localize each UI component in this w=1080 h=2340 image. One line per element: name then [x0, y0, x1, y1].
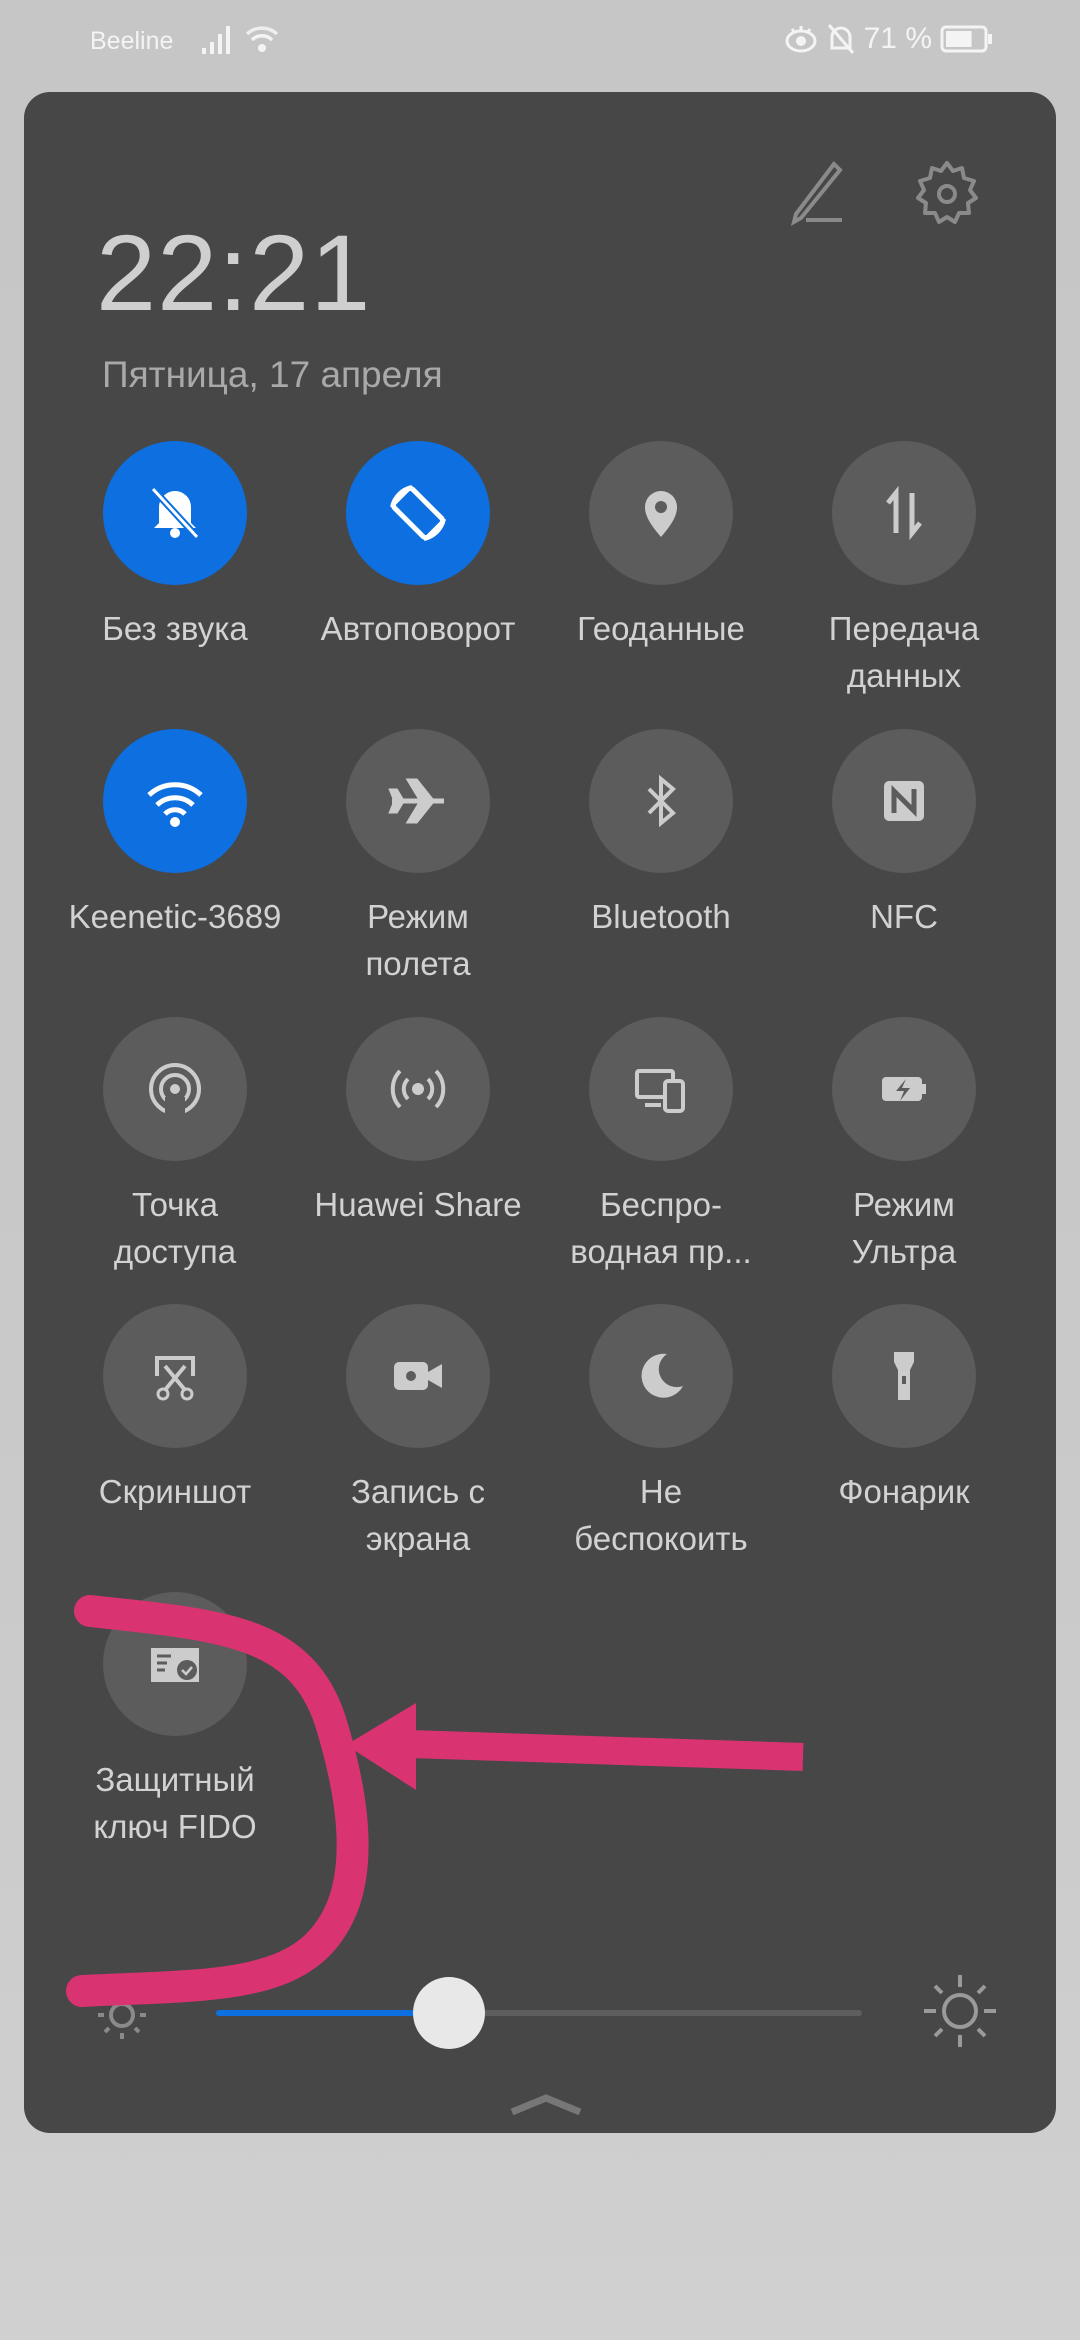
- clock-date: Пятница, 17 апреля: [102, 354, 443, 395]
- bell-off-icon: [150, 486, 200, 540]
- tile-toggle[interactable]: [832, 1017, 976, 1161]
- tile-label: Запись с экрана: [351, 1473, 485, 1557]
- tile-toggle[interactable]: [832, 1304, 976, 1448]
- moon-icon: [641, 1353, 683, 1398]
- tile-screen-record[interactable]: Запись с экрана: [298, 1304, 538, 1562]
- tile-battery-ultra[interactable]: Режим Ультра: [784, 1017, 1024, 1275]
- tile-label: Keenetic-3689: [68, 898, 282, 935]
- tile-label: Huawei Share: [314, 1186, 522, 1223]
- tile-label: Защитный ключ FIDO: [93, 1761, 257, 1845]
- tile-toggle[interactable]: [832, 441, 976, 585]
- tile-label: Передача данных: [828, 610, 980, 694]
- tile-screenshot[interactable]: Скриншот: [55, 1304, 295, 1515]
- screen-record-icon: [394, 1362, 442, 1390]
- tile-toggle[interactable]: [103, 729, 247, 873]
- tile-nfc[interactable]: NFC: [784, 729, 1024, 940]
- brightness-slider[interactable]: [216, 1977, 862, 2049]
- tile-label: Фонарик: [838, 1473, 970, 1510]
- hotspot-icon: [149, 1063, 201, 1117]
- fido-key-icon: [151, 1648, 199, 1682]
- tile-label: Режим полета: [365, 898, 471, 982]
- bell-off-status-icon: [827, 24, 854, 54]
- tile-toggle[interactable]: [346, 1017, 490, 1161]
- tile-label: Автоповорот: [320, 610, 516, 647]
- wifi-icon: [147, 782, 203, 827]
- tile-toggle[interactable]: [589, 1017, 733, 1161]
- battery-icon: [940, 25, 992, 53]
- tile-toggle[interactable]: [103, 1592, 247, 1736]
- tile-location-pin[interactable]: Геоданные: [541, 441, 781, 652]
- tile-label: Режим Ультра: [851, 1186, 957, 1270]
- battery-percent: 71 %: [863, 22, 932, 55]
- tile-label: Геоданные: [577, 610, 745, 647]
- flashlight-icon: [894, 1352, 914, 1400]
- collapse-chevron-icon[interactable]: [506, 2090, 586, 2120]
- signal-icon: [202, 26, 230, 54]
- tile-hotspot[interactable]: Точка доступа: [55, 1017, 295, 1275]
- tile-toggle[interactable]: [589, 441, 733, 585]
- tile-bell-off[interactable]: Без звука: [55, 441, 295, 652]
- huawei-share-icon: [390, 1069, 446, 1109]
- tile-toggle[interactable]: [103, 1017, 247, 1161]
- quick-settings-panel: 22:21 Пятница, 17 апреля Без звука Автопо…: [24, 92, 1056, 2133]
- tile-toggle[interactable]: [103, 441, 247, 585]
- brightness-thumb[interactable]: [412, 1977, 485, 2049]
- tile-wifi[interactable]: Keenetic-3689: [55, 729, 295, 940]
- mobile-data-icon: [886, 485, 922, 541]
- tile-label: Не беспокоить: [574, 1473, 748, 1557]
- tile-flashlight[interactable]: Фонарик: [784, 1304, 1024, 1515]
- wireless-projection-icon: [635, 1069, 685, 1113]
- nfc-icon: [884, 781, 924, 821]
- screenshot-icon: [155, 1356, 195, 1401]
- tile-toggle[interactable]: [589, 729, 733, 873]
- eye-comfort-icon: [785, 26, 817, 53]
- tile-label: Скриншот: [98, 1473, 252, 1510]
- tile-label: Bluetooth: [591, 898, 731, 935]
- airplane-icon: [388, 778, 444, 824]
- settings-gear-icon[interactable]: [912, 158, 982, 228]
- tile-wireless-projection[interactable]: Беспро- водная пр...: [541, 1017, 781, 1275]
- tile-toggle[interactable]: [346, 441, 490, 585]
- tile-toggle[interactable]: [589, 1304, 733, 1448]
- tile-toggle[interactable]: [346, 1304, 490, 1448]
- status-bar: Beeline 71 %: [0, 0, 1080, 84]
- brightness-high-icon: [924, 1975, 996, 2047]
- tile-label: Без звука: [102, 610, 248, 647]
- clock-time: 22:21: [96, 212, 372, 333]
- tile-toggle[interactable]: [103, 1304, 247, 1448]
- tile-toggle[interactable]: [346, 729, 490, 873]
- edit-pencil-icon[interactable]: [784, 158, 854, 228]
- bluetooth-icon: [647, 774, 676, 828]
- tile-toggle[interactable]: [832, 729, 976, 873]
- tile-bluetooth[interactable]: Bluetooth: [541, 729, 781, 940]
- tile-label: NFC: [870, 898, 938, 935]
- tile-auto-rotate[interactable]: Автоповорот: [298, 441, 538, 652]
- tile-label: Беспро- водная пр...: [570, 1186, 752, 1270]
- brightness-low-icon: [98, 1991, 146, 2039]
- carrier-name: Beeline: [90, 27, 174, 55]
- tile-moon[interactable]: Не беспокоить: [541, 1304, 781, 1562]
- tile-airplane[interactable]: Режим полета: [298, 729, 538, 987]
- tile-fido-key[interactable]: Защитный ключ FIDO: [55, 1592, 295, 1850]
- wifi-status-icon: [245, 26, 279, 52]
- location-pin-icon: [645, 491, 677, 537]
- auto-rotate-icon: [390, 485, 446, 541]
- tile-huawei-share[interactable]: Huawei Share: [298, 1017, 538, 1228]
- tile-label: Точка доступа: [113, 1186, 237, 1270]
- tile-mobile-data[interactable]: Передача данных: [784, 441, 1024, 699]
- battery-ultra-icon: [882, 1077, 926, 1101]
